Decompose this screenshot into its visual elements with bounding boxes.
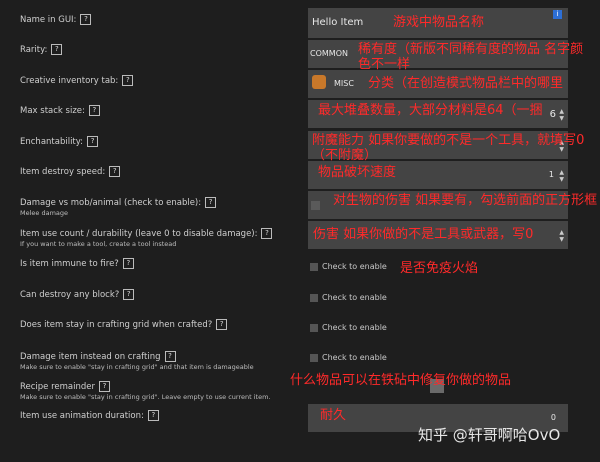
label-destroy-any-block: Can destroy any block?? [20, 289, 135, 300]
destroy-speed-value: 1 [548, 170, 554, 179]
sub-recipe-remainder: Make sure to enable "stay in crafting gr… [20, 393, 271, 401]
rarity-value: COMMON [310, 49, 348, 58]
help-icon[interactable]: ? [80, 14, 92, 25]
anno-name: 游戏中物品名称 [393, 15, 485, 30]
label-creative-tab: Creative inventory tab:? [20, 75, 134, 86]
sub-damage-vs-mob: Melee damage [20, 209, 69, 217]
spinner-icon[interactable]: ▲ ▼ [559, 229, 564, 243]
help-icon[interactable]: ? [51, 44, 63, 55]
tab-value: MISC [334, 79, 354, 88]
label-max-stack: Max stack size:? [20, 105, 100, 116]
tab-bucket-icon [312, 75, 326, 89]
label-damage-vs-mob: Damage vs mob/animal (check to enable):? [20, 197, 217, 208]
help-icon[interactable]: ? [123, 289, 135, 300]
sub-durability: If you want to make a tool, create a too… [20, 240, 177, 248]
damage-checkbox[interactable] [311, 201, 320, 210]
label-durability: Item use count / durability (leave 0 to … [20, 228, 273, 239]
name-value: Hello Item [312, 17, 364, 28]
help-icon[interactable]: ? [99, 381, 111, 392]
animation-value: 0 [550, 413, 556, 422]
anno-tab: 分类（在创造模式物品栏中的哪里 [368, 76, 564, 91]
anno-fire: 是否免疫火焰 [400, 261, 479, 276]
help-icon[interactable]: ? [87, 136, 99, 147]
anno-enchant: 附魔能力 如果你要做的不是一个工具，就填写0（不附魔） [312, 133, 585, 163]
help-icon[interactable]: ? [122, 258, 134, 269]
sub-damage-on-crafting: Make sure to enable "stay in crafting gr… [20, 363, 254, 371]
label-destroy-speed: Item destroy speed:? [20, 166, 121, 177]
help-icon[interactable]: ? [164, 351, 176, 362]
info-icon[interactable]: i [553, 10, 562, 19]
label-enchantability: Enchantability:? [20, 136, 99, 147]
help-icon[interactable]: ? [109, 166, 121, 177]
anno-rarity: 稀有度（新版不同稀有度的物品 名字颜色不一样 [358, 42, 584, 72]
anno-stack: 最大堆叠数量，大部分材料是64（一捆 [318, 103, 543, 118]
help-icon[interactable]: ? [205, 197, 217, 208]
checkbox-stay-in-grid[interactable]: Check to enable [310, 323, 387, 332]
spinner-icon[interactable]: ▲ ▼ [559, 169, 564, 183]
anno-damage: 对生物的伤害 如果要有，勾选前面的正方形框 [333, 193, 598, 208]
anno-destroy: 物品破坏速度 [318, 165, 397, 180]
label-rarity: Rarity:? [20, 44, 63, 55]
watermark: 知乎 @轩哥啊哈OvO [418, 426, 561, 444]
label-damage-on-crafting: Damage item instead on crafting? [20, 351, 176, 362]
help-icon[interactable]: ? [88, 105, 100, 116]
help-icon[interactable]: ? [216, 319, 228, 330]
anno-durability2: 耐久 [320, 408, 347, 423]
anno-durability: 伤害 如果你做的不是工具或武器，写0 [313, 227, 534, 242]
label-name-in-gui: Name in GUI:? [20, 14, 92, 25]
label-animation-duration: Item use animation duration:? [20, 410, 159, 421]
label-stay-in-grid: Does item stay in crafting grid when cra… [20, 319, 228, 330]
checkbox-destroy-any-block[interactable]: Check to enable [310, 293, 387, 302]
help-icon[interactable]: ? [122, 75, 134, 86]
help-icon[interactable]: ? [261, 228, 273, 239]
checkbox-immune-fire[interactable]: Check to enable [310, 262, 387, 271]
help-icon[interactable]: ? [147, 410, 159, 421]
checkbox-damage-on-crafting[interactable]: Check to enable [310, 353, 387, 362]
label-recipe-remainder: Recipe remainder? [20, 381, 111, 392]
label-immune-fire: Is item immune to fire?? [20, 258, 134, 269]
anno-remainder: 什么物品可以在铁砧中修复你做的物品 [290, 373, 512, 388]
